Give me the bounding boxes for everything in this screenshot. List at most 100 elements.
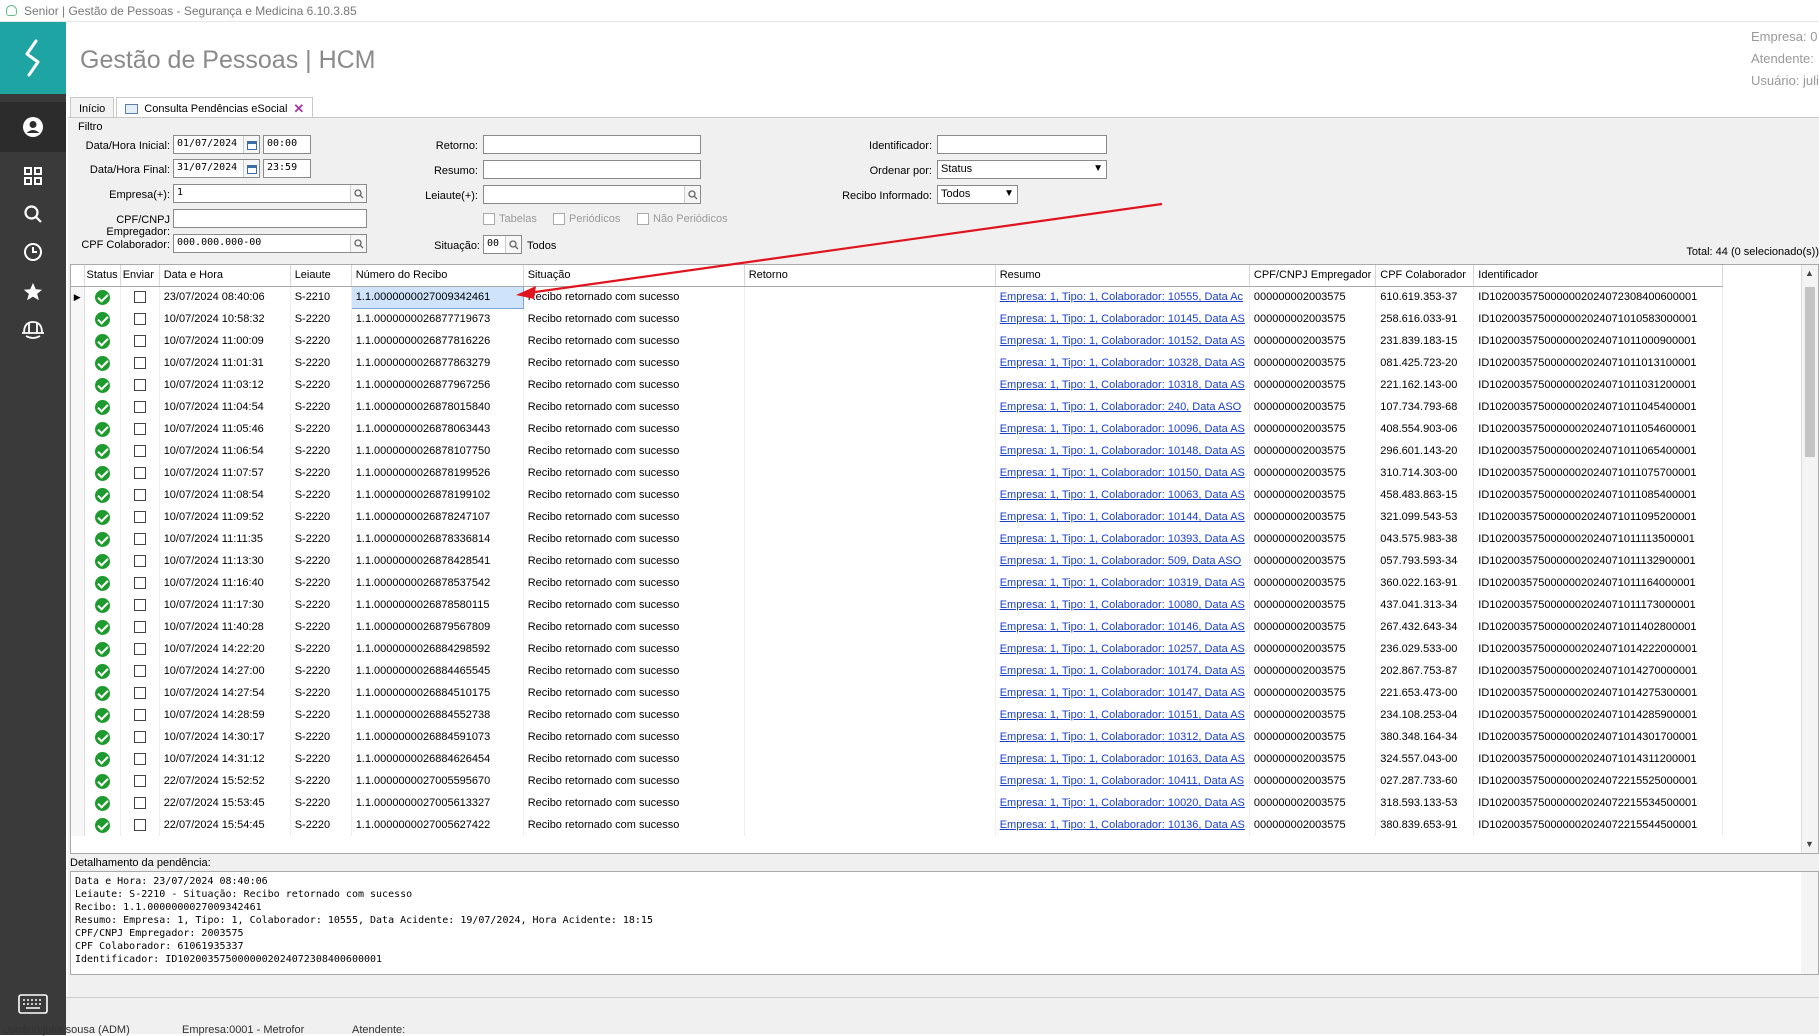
recibo-cell[interactable]: 1.1.0000000026884626454	[351, 748, 524, 770]
resumo-cell[interactable]: Empresa: 1, Tipo: 1, Colaborador: 10393,…	[995, 528, 1250, 550]
resumo-link[interactable]: Empresa: 1, Tipo: 1, Colaborador: 10163,…	[1000, 753, 1245, 765]
resumo-link[interactable]: Empresa: 1, Tipo: 1, Colaborador: 10174,…	[1000, 665, 1245, 677]
enviar-cell[interactable]	[120, 682, 160, 704]
detail-scrollbar[interactable]	[1801, 872, 1818, 974]
col-header-cpf-colaborador[interactable]: CPF Colaborador	[1375, 265, 1475, 287]
enviar-cell[interactable]	[120, 396, 160, 418]
empresa-field[interactable]: 1	[173, 184, 367, 203]
col-header-numero-recibo[interactable]: Número do Recibo	[351, 265, 524, 287]
enviar-cell[interactable]	[120, 638, 160, 660]
table-row[interactable]: 10/07/2024 11:08:54 S-2220 1.1.00000000268…	[71, 484, 1724, 506]
lookup-icon[interactable]	[505, 236, 521, 253]
recibo-cell[interactable]: 1.1.0000000026878199526	[351, 462, 524, 484]
col-header-enviar[interactable]: Enviar	[120, 265, 160, 287]
row-indicator[interactable]	[71, 462, 85, 484]
enviar-checkbox[interactable]	[133, 753, 146, 766]
enviar-checkbox[interactable]	[133, 643, 146, 656]
table-row[interactable]: 10/07/2024 11:40:28 S-2220 1.1.00000000268…	[71, 616, 1724, 638]
resumo-cell[interactable]: Empresa: 1, Tipo: 1, Colaborador: 10152,…	[995, 330, 1250, 352]
table-row[interactable]: 10/07/2024 14:31:12 S-2220 1.1.00000000268…	[71, 748, 1724, 770]
resumo-cell[interactable]: Empresa: 1, Tipo: 1, Colaborador: 10257,…	[995, 638, 1250, 660]
recibo-cell[interactable]: 1.1.0000000026878247107	[351, 506, 524, 528]
recibo-cell[interactable]: 1.1.0000000026884298592	[351, 638, 524, 660]
resumo-link[interactable]: Empresa: 1, Tipo: 1, Colaborador: 10148,…	[1000, 445, 1245, 457]
recibo-cell[interactable]: 1.1.0000000026884552738	[351, 704, 524, 726]
col-header-situacao[interactable]: Situação	[523, 265, 745, 287]
nao-periodicos-checkbox[interactable]: Não Periódicos	[637, 213, 728, 225]
row-indicator[interactable]	[71, 330, 85, 352]
recibo-cell[interactable]: 1.1.0000000026877863279	[351, 352, 524, 374]
enviar-checkbox[interactable]	[133, 467, 146, 480]
row-indicator[interactable]	[71, 770, 85, 792]
resumo-cell[interactable]: Empresa: 1, Tipo: 1, Colaborador: 10136,…	[995, 814, 1250, 836]
resumo-link[interactable]: Empresa: 1, Tipo: 1, Colaborador: 10393,…	[1000, 533, 1245, 545]
enviar-checkbox[interactable]	[133, 797, 146, 810]
resumo-link[interactable]: Empresa: 1, Tipo: 1, Colaborador: 10411,…	[1000, 775, 1244, 787]
recibo-cell[interactable]: 1.1.0000000026878537542	[351, 572, 524, 594]
table-row[interactable]: ▶ 23/07/2024 08:40:06 S-2210 1.1.0000000027…	[71, 285, 1724, 309]
calendar-icon[interactable]	[243, 136, 259, 153]
resumo-cell[interactable]: Empresa: 1, Tipo: 1, Colaborador: 10174,…	[995, 660, 1250, 682]
resumo-link[interactable]: Empresa: 1, Tipo: 1, Colaborador: 509, D…	[1000, 555, 1242, 567]
recibo-cell[interactable]: 1.1.0000000026884510175	[351, 682, 524, 704]
recibo-cell[interactable]: 1.1.0000000026878580115	[351, 594, 524, 616]
grid-icon[interactable]	[0, 156, 66, 196]
retorno-field[interactable]	[483, 135, 701, 154]
resumo-link[interactable]: Empresa: 1, Tipo: 1, Colaborador: 10147,…	[1000, 687, 1245, 699]
lookup-icon[interactable]	[684, 186, 700, 203]
resumo-cell[interactable]: Empresa: 1, Tipo: 1, Colaborador: 10148,…	[995, 440, 1250, 462]
resumo-link[interactable]: Empresa: 1, Tipo: 1, Colaborador: 10144,…	[1000, 511, 1245, 523]
row-indicator[interactable]	[71, 682, 85, 704]
enviar-cell[interactable]	[120, 748, 160, 770]
enviar-cell[interactable]	[120, 814, 160, 836]
recibo-cell[interactable]: 1.1.0000000026877967256	[351, 374, 524, 396]
resumo-link[interactable]: Empresa: 1, Tipo: 1, Colaborador: 10020,…	[1000, 797, 1245, 809]
resumo-cell[interactable]: Empresa: 1, Tipo: 1, Colaborador: 10312,…	[995, 726, 1250, 748]
recibo-cell[interactable]: 1.1.0000000027005627422	[351, 814, 524, 836]
table-row[interactable]: 10/07/2024 11:06:54 S-2220 1.1.00000000268…	[71, 440, 1724, 462]
table-row[interactable]: 10/07/2024 11:03:12 S-2220 1.1.00000000268…	[71, 374, 1724, 396]
resumo-cell[interactable]: Empresa: 1, Tipo: 1, Colaborador: 10555,…	[995, 286, 1250, 308]
resumo-link[interactable]: Empresa: 1, Tipo: 1, Colaborador: 10318,…	[1000, 379, 1245, 391]
table-row[interactable]: 10/07/2024 11:00:09 S-2220 1.1.00000000268…	[71, 330, 1724, 352]
resumo-cell[interactable]: Empresa: 1, Tipo: 1, Colaborador: 10146,…	[995, 616, 1250, 638]
row-indicator[interactable]	[71, 484, 85, 506]
enviar-checkbox[interactable]	[133, 819, 146, 832]
table-row[interactable]: 10/07/2024 14:30:17 S-2220 1.1.00000000268…	[71, 726, 1724, 748]
calendar-icon[interactable]	[243, 160, 259, 177]
enviar-cell[interactable]	[120, 792, 160, 814]
enviar-cell[interactable]	[120, 440, 160, 462]
resumo-cell[interactable]: Empresa: 1, Tipo: 1, Colaborador: 10063,…	[995, 484, 1250, 506]
row-indicator[interactable]	[71, 594, 85, 616]
data-inicial-field[interactable]: 01/07/2024	[173, 135, 260, 154]
scroll-up-icon[interactable]: ▲	[1805, 268, 1814, 278]
enviar-cell[interactable]	[120, 352, 160, 374]
col-header-status[interactable]: Status	[84, 265, 121, 287]
enviar-checkbox[interactable]	[133, 599, 146, 612]
enviar-checkbox[interactable]	[133, 511, 146, 524]
enviar-cell[interactable]	[120, 616, 160, 638]
resumo-cell[interactable]: Empresa: 1, Tipo: 1, Colaborador: 10096,…	[995, 418, 1250, 440]
resumo-link[interactable]: Empresa: 1, Tipo: 1, Colaborador: 10312,…	[1000, 731, 1245, 743]
resumo-cell[interactable]: Empresa: 1, Tipo: 1, Colaborador: 10145,…	[995, 308, 1250, 330]
row-indicator[interactable]	[71, 726, 85, 748]
recibo-cell[interactable]: 1.1.0000000026878107750	[351, 440, 524, 462]
clock-icon[interactable]	[0, 232, 66, 272]
close-icon[interactable]: ✕	[293, 101, 304, 117]
resumo-link[interactable]: Empresa: 1, Tipo: 1, Colaborador: 10319,…	[1000, 577, 1245, 589]
user-icon[interactable]	[0, 102, 66, 152]
resumo-link[interactable]: Empresa: 1, Tipo: 1, Colaborador: 10328,…	[1000, 357, 1245, 369]
col-header-leiaute[interactable]: Leiaute	[290, 265, 352, 287]
table-row[interactable]: 10/07/2024 11:07:57 S-2220 1.1.00000000268…	[71, 462, 1724, 484]
enviar-cell[interactable]	[120, 594, 160, 616]
col-header-resumo[interactable]: Resumo	[995, 265, 1250, 287]
recibo-cell[interactable]: 1.1.0000000026877719673	[351, 308, 524, 330]
leiaute-field[interactable]	[483, 185, 701, 204]
data-final-field[interactable]: 31/07/2024	[173, 159, 260, 178]
cpf-colaborador-field[interactable]: 000.000.000-00	[173, 234, 367, 253]
scroll-down-icon[interactable]: ▼	[1805, 839, 1814, 849]
enviar-checkbox[interactable]	[133, 401, 146, 414]
row-indicator[interactable]	[71, 792, 85, 814]
row-indicator[interactable]	[71, 814, 85, 836]
recibo-cell[interactable]: 1.1.0000000026878063443	[351, 418, 524, 440]
